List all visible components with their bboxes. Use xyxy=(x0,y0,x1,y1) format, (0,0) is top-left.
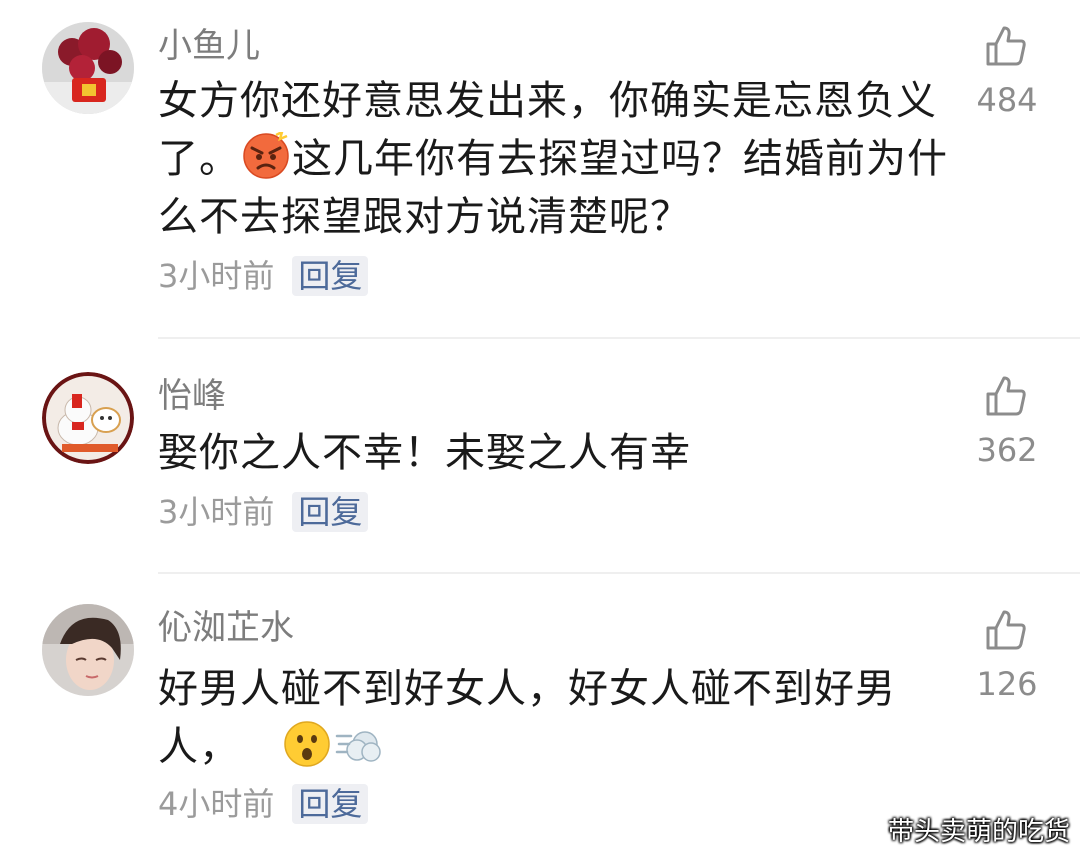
comment-meta: 3小时前 回复 xyxy=(158,256,369,296)
comment-text: 女方你还好意思发出来，你确实是忘恩负义了。 这几年你有去探望过吗？结婚前为什么不… xyxy=(158,72,948,246)
angry-face-emoji xyxy=(242,129,290,180)
reply-button[interactable]: 回复 xyxy=(292,256,369,296)
comment-text: 娶你之人不幸！未娶之人有幸 xyxy=(158,424,948,482)
surprised-face-emoji xyxy=(283,720,331,768)
divider xyxy=(158,572,1080,574)
comment-text-part: 娶你之人不幸！未娶之人有幸 xyxy=(158,430,691,476)
avatar[interactable] xyxy=(42,604,134,696)
username[interactable]: 怡峰 xyxy=(158,376,226,416)
thumbs-up-icon[interactable] xyxy=(984,608,1028,652)
comment-text-part: 好男人碰不到好女人，好女人碰不到好男人， xyxy=(158,666,896,770)
thumbs-up-icon[interactable] xyxy=(984,374,1028,418)
comment-text: 好男人碰不到好女人，好女人碰不到好男人， xyxy=(158,660,948,776)
like-count: 362 xyxy=(976,431,1038,469)
thumbs-up-icon[interactable] xyxy=(984,24,1028,68)
divider xyxy=(158,337,1080,339)
avatar[interactable] xyxy=(42,372,134,464)
dash-emoji xyxy=(335,720,383,768)
comment-meta: 4小时前 回复 xyxy=(158,784,369,824)
watermark: 带头卖萌的吃货 xyxy=(887,817,1070,847)
username[interactable]: 小鱼儿 xyxy=(158,26,260,66)
reply-button[interactable]: 回复 xyxy=(292,784,369,824)
username[interactable]: 伈洳芷水 xyxy=(158,608,294,648)
like-count: 126 xyxy=(976,665,1038,703)
like-count: 484 xyxy=(976,81,1038,119)
timestamp: 3小时前 xyxy=(158,493,275,531)
timestamp: 4小时前 xyxy=(158,785,275,823)
avatar[interactable] xyxy=(42,22,134,114)
timestamp: 3小时前 xyxy=(158,257,275,295)
reply-button[interactable]: 回复 xyxy=(292,492,369,532)
comment-meta: 3小时前 回复 xyxy=(158,492,369,532)
